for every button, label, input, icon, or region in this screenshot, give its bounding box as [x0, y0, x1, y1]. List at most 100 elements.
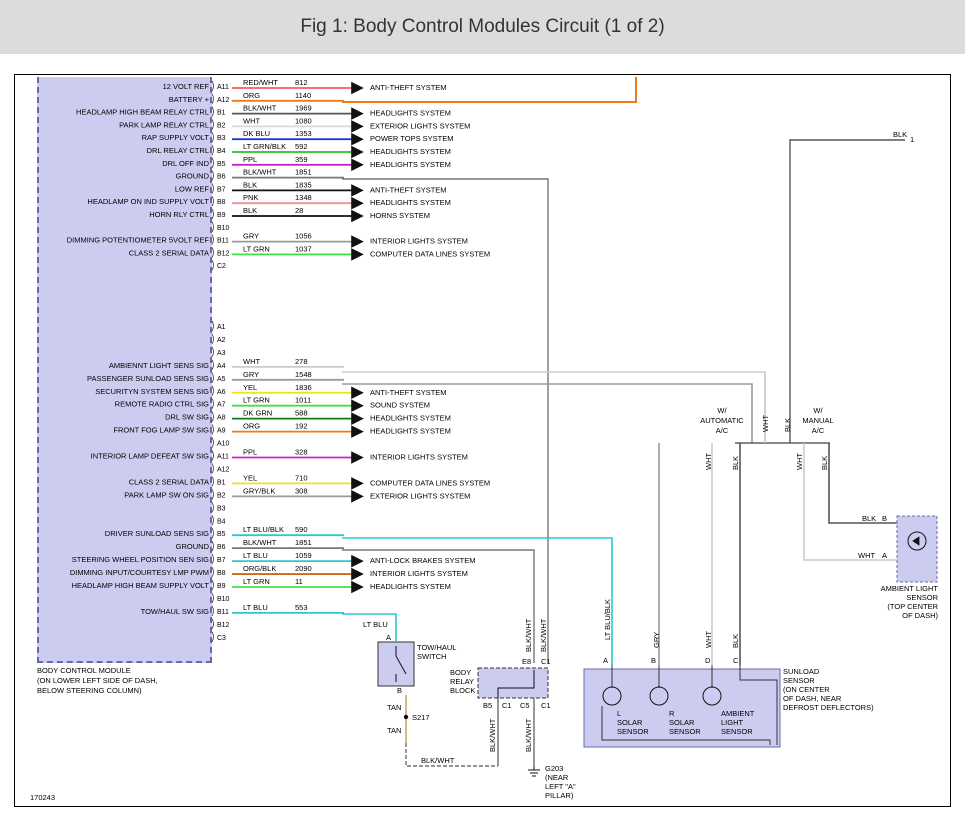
destination-system-label: HEADLIGHTS SYSTEM — [370, 160, 451, 169]
pin-number: B1 — [217, 479, 226, 486]
relay-pin-c1-r: C1 — [541, 701, 551, 710]
sunload-label-1: SUNLOAD — [783, 667, 820, 676]
pin-number: B10 — [217, 225, 230, 232]
sensor-r-1: R — [669, 709, 675, 718]
wire-color-label: BLK/WHT — [243, 538, 277, 547]
pin-function-label: AMBIENNT LIGHT SENS SIG — [109, 361, 209, 370]
pin-number: B1 — [217, 110, 226, 117]
relay-pin-b5: B5 — [483, 701, 492, 710]
destination-system-label: HEADLIGHTS SYSTEM — [370, 582, 451, 591]
sunload-label-2: SENSOR — [783, 676, 815, 685]
circuit-number: 1037 — [295, 244, 312, 253]
connector-tick — [211, 540, 214, 552]
pin-function-label: DRL RELAY CTRL — [147, 146, 209, 155]
pin-number: B8 — [217, 199, 226, 206]
pin-number: B7 — [217, 557, 226, 564]
manual-blk-label: BLK — [820, 456, 829, 470]
circuit-number: 1056 — [295, 232, 312, 241]
circuit-number: 1140 — [295, 91, 311, 100]
circuit-number: 592 — [295, 142, 308, 151]
pin-number: B10 — [217, 596, 230, 603]
circuit-number: 1548 — [295, 370, 312, 379]
pin-number: B6 — [217, 544, 226, 551]
pin-function-label: BATTERY + — [169, 95, 210, 104]
circuit-number: 2090 — [295, 564, 312, 573]
circuit-number: 1835 — [295, 180, 312, 189]
connector-tick — [211, 119, 214, 130]
circuit-number: 1080 — [295, 116, 312, 125]
circuit-number: 1969 — [295, 104, 312, 113]
destination-system-label: COMPUTER DATA LINES SYSTEM — [370, 249, 490, 258]
ambient-label-4: OF DASH) — [902, 611, 938, 620]
destination-system-label: HEADLIGHTS SYSTEM — [370, 414, 451, 423]
destination-system-label: INTERIOR LIGHTS SYSTEM — [370, 237, 468, 246]
destination-system-label: INTERIOR LIGHTS SYSTEM — [370, 453, 468, 462]
connector-tick — [211, 183, 214, 194]
destination-system-label: HEADLIGHTS SYSTEM — [370, 198, 451, 207]
pin-function-label: CLASS 2 SERIAL DATA — [129, 477, 209, 486]
circuit-number: 359 — [295, 155, 308, 164]
pin-number: A11 — [217, 84, 229, 91]
sunload-wire-d: WHT — [704, 631, 713, 648]
pin-number: B3 — [217, 135, 226, 142]
pin-number: B7 — [217, 186, 226, 193]
towhaul-blkwht-label: BLK/WHT — [421, 756, 455, 765]
wire-color-label: LT BLU — [243, 551, 268, 560]
circuit-number: 812 — [295, 78, 308, 87]
ambient-a-pin: A — [882, 551, 887, 560]
circuit-number: 192 — [295, 422, 308, 431]
ambient-label-1: AMBIENT LIGHT — [881, 584, 939, 593]
circuit-number: 588 — [295, 409, 308, 418]
connector-tick — [211, 385, 214, 396]
pin-function-label: GROUND — [176, 542, 210, 551]
relay-wire-bot-2: BLK/WHT — [524, 718, 533, 752]
lower-pin-rows: A1 A2 A3 AMBIENNT LIGHT SENS SIG A4 WHT 278 PAS… — [70, 320, 490, 643]
manual-blk-wire — [828, 443, 897, 524]
relay-pin-c5: C5 — [520, 701, 530, 710]
connector-tick — [211, 527, 214, 539]
splice-label: S217 — [412, 713, 430, 722]
mid-wht-label: WHT — [761, 415, 770, 432]
wire-color-label: PPL — [243, 155, 257, 164]
bcm-label-3: BELOW STEERING COLUMN) — [37, 686, 142, 695]
pin-function-label: DRL SW SIG — [165, 413, 209, 422]
pin-number: C2 — [217, 263, 226, 270]
towhaul-wire-label: LT BLU — [363, 620, 388, 629]
splice-icon — [403, 714, 409, 720]
top-blk-wire — [789, 139, 905, 443]
wire-color-label: BLK — [243, 206, 257, 215]
pin-number: A11 — [217, 454, 229, 461]
pin-number: B9 — [217, 212, 226, 219]
pin-function-label: REMOTE RADIO CTRL SIG — [115, 400, 209, 409]
sunload-label-4: OF DASH, NEAR — [783, 694, 842, 703]
sunload-wire-c: BLK — [731, 634, 740, 648]
wire-color-label: PPL — [243, 448, 257, 457]
pin-number: B4 — [217, 148, 226, 155]
pin-number: A7 — [217, 402, 226, 409]
pin-function-label: RAP SUPPLY VOLT — [142, 133, 210, 142]
sunload-wire-a: LT BLU/BLK — [603, 599, 612, 640]
pin-number: B11 — [217, 238, 229, 245]
pin-number: A3 — [217, 350, 226, 357]
pin-function-label: DIMMING INPUT/COURTESY LMP PWM — [70, 568, 209, 577]
connector-tick — [211, 618, 214, 630]
wiring-diagram: 12 VOLT REF A11RED/WHT 812ANTI-THEFT SYSTE… — [30, 77, 939, 802]
pin-number: A6 — [217, 389, 226, 396]
connector-tick — [211, 320, 214, 332]
bcm-label-2: (ON LOWER LEFT SIDE OF DASH, — [37, 676, 158, 685]
destination-system-label: COMPUTER DATA LINES SYSTEM — [370, 478, 490, 487]
wire-color-label: LT GRN — [243, 577, 270, 586]
pin-number: B8 — [217, 570, 226, 577]
circuit-number: 1353 — [295, 129, 312, 138]
pin-number: B3 — [217, 505, 226, 512]
pin-function-label: DRIVER SUNLOAD SENS SIG — [105, 529, 209, 538]
top-blk-label: BLK — [893, 130, 907, 139]
ambient-sensor-box — [896, 515, 938, 583]
connector-tick — [211, 259, 214, 271]
pin-number: B12 — [217, 250, 230, 257]
relay-pin-e8: E8 — [522, 657, 531, 666]
destination-system-label: HEADLIGHTS SYSTEM — [370, 427, 451, 436]
circuit-number: 278 — [295, 357, 308, 366]
top-pin-label: 1 — [910, 135, 914, 144]
connector-tick — [211, 144, 214, 156]
